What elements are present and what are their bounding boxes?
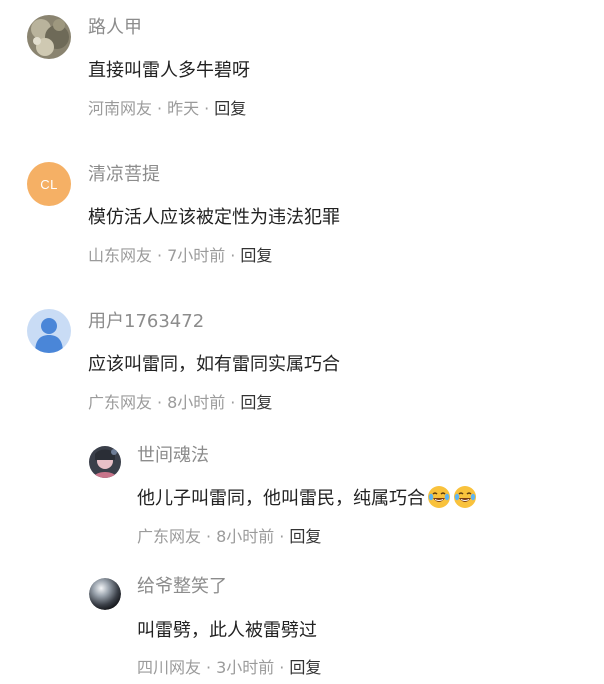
comment-meta: 山东网友 · 7小时前 · 回复 xyxy=(88,245,272,267)
reply-username[interactable]: 世间魂法 xyxy=(137,444,209,468)
meta-separator: · xyxy=(206,527,212,546)
reply-text: 他儿子叫雷同，他叫雷民，纯属巧合 xyxy=(137,485,477,512)
user-avatar[interactable]: CL xyxy=(27,162,71,206)
reply-button[interactable]: 回复 xyxy=(214,99,246,118)
reply-username[interactable]: 给爷整笑了 xyxy=(137,575,227,599)
comment-meta: 广东网友 · 8小时前 · 回复 xyxy=(88,392,272,414)
meta-separator: · xyxy=(157,246,163,265)
meta-separator: · xyxy=(279,527,285,546)
reply-meta: 四川网友 · 3小时前 · 回复 xyxy=(137,657,321,679)
user-avatar[interactable] xyxy=(89,578,121,610)
user-avatar[interactable] xyxy=(27,15,71,59)
reply-meta: 广东网友 · 8小时前 · 回复 xyxy=(137,526,321,548)
reply-button[interactable]: 回复 xyxy=(240,246,272,265)
comment-time: 8小时前 xyxy=(167,393,226,412)
meta-separator: · xyxy=(279,658,285,677)
reply-location: 四川网友 xyxy=(137,658,202,677)
reply-location: 广东网友 xyxy=(137,527,202,546)
reply-time: 8小时前 xyxy=(216,527,275,546)
meta-separator: · xyxy=(230,246,236,265)
comment-location: 山东网友 xyxy=(88,246,153,265)
photo-avatar-icon xyxy=(89,446,121,478)
meta-separator: · xyxy=(206,658,212,677)
reply-time: 3小时前 xyxy=(216,658,275,677)
reply-text: 叫雷劈，此人被雷劈过 xyxy=(137,620,317,641)
comment-text: 应该叫雷同，如有雷同实属巧合 xyxy=(88,354,340,375)
user-avatar[interactable] xyxy=(27,309,71,353)
laughing-tears-emoji-icon xyxy=(428,486,450,508)
photo-avatar-icon xyxy=(27,15,71,59)
meta-separator: · xyxy=(230,393,236,412)
comment-text: 模仿活人应该被定性为违法犯罪 xyxy=(88,207,340,228)
comment-text: 直接叫雷人多牛碧呀 xyxy=(88,60,250,81)
reply-button[interactable]: 回复 xyxy=(240,393,272,412)
reply-text-body: 他儿子叫雷同，他叫雷民，纯属巧合 xyxy=(137,488,425,509)
comment-list: 路人甲 直接叫雷人多牛碧呀 河南网友 · 昨天 · 回复 CL 清凉菩提 模仿活人应该被… xyxy=(0,0,604,684)
comment-time: 7小时前 xyxy=(167,246,226,265)
reply-button[interactable]: 回复 xyxy=(289,658,321,677)
comment-location: 广东网友 xyxy=(88,393,153,412)
comment-time: 昨天 xyxy=(167,99,200,118)
user-avatar[interactable] xyxy=(89,446,121,478)
comment-username[interactable]: 路人甲 xyxy=(88,16,142,40)
comment-meta: 河南网友 · 昨天 · 回复 xyxy=(88,98,246,120)
default-user-icon xyxy=(27,309,71,353)
reply-button[interactable]: 回复 xyxy=(289,527,321,546)
avatar-initials: CL xyxy=(40,176,58,192)
comment-username[interactable]: 清凉菩提 xyxy=(88,163,160,187)
meta-separator: · xyxy=(204,99,210,118)
laughing-tears-emoji-icon xyxy=(454,486,476,508)
comment-location: 河南网友 xyxy=(88,99,153,118)
meta-separator: · xyxy=(157,99,163,118)
comment-username[interactable]: 用户1763472 xyxy=(88,310,204,334)
meta-separator: · xyxy=(157,393,163,412)
sphere-avatar-icon xyxy=(89,578,121,610)
